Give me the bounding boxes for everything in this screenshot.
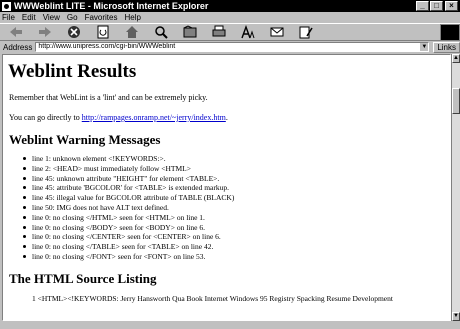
warning-list: line 1: unknown element <!KEYWORDS:>. li… — [23, 154, 450, 262]
refresh-icon — [97, 25, 109, 39]
list-item: line 50: IMG does not have ALT text defi… — [23, 203, 450, 213]
page-content: Weblint Results Remember that WebLint is… — [2, 54, 451, 321]
address-input[interactable]: http://www.unipress.com/cgi-bin/WWWeblin… — [35, 42, 430, 52]
title-bar: WWWeblint LITE - Microsoft Internet Expl… — [0, 0, 460, 12]
address-bar: Address http://www.unipress.com/cgi-bin/… — [0, 41, 460, 53]
list-item: line 45: illegal value for BGCOLOR attri… — [23, 193, 450, 203]
menu-help[interactable]: Help — [124, 13, 140, 22]
edit-icon — [299, 26, 313, 39]
list-item: line 2: <HEAD> must immediately follow <… — [23, 164, 450, 174]
toolbar — [0, 23, 460, 41]
search-button[interactable] — [148, 24, 174, 40]
search-icon — [155, 26, 168, 39]
direct-suffix: . — [225, 113, 228, 122]
minimize-button[interactable]: _ — [416, 1, 429, 11]
menu-file[interactable]: File — [2, 13, 15, 22]
forward-icon — [39, 27, 51, 37]
chevron-down-icon[interactable]: ▼ — [420, 43, 429, 51]
window-title: WWWeblint LITE - Microsoft Internet Expl… — [14, 1, 209, 11]
address-url: http://www.unipress.com/cgi-bin/WWWeblin… — [38, 43, 176, 50]
status-bar — [0, 321, 460, 329]
scroll-up-button[interactable]: ▲ — [452, 54, 460, 63]
font-button[interactable] — [235, 24, 261, 40]
ie-logo-icon — [2, 1, 11, 11]
favorites-button[interactable] — [177, 24, 203, 40]
back-icon — [10, 27, 22, 37]
stop-icon — [68, 26, 80, 38]
list-item: line 0: no closing </HTML> seen for <HTM… — [23, 213, 450, 223]
menu-favorites[interactable]: Favorites — [85, 13, 118, 22]
mail-icon — [270, 27, 284, 37]
scroll-down-button[interactable]: ▼ — [452, 312, 460, 321]
ie-throbber-logo — [440, 23, 460, 41]
warnings-heading: Weblint Warning Messages — [9, 132, 161, 147]
direct-link[interactable]: http://rampages.onramp.net/~jerry/index.… — [82, 113, 226, 122]
home-icon — [126, 26, 138, 38]
home-button[interactable] — [119, 24, 145, 40]
menu-go[interactable]: Go — [67, 13, 78, 22]
edit-button[interactable] — [293, 24, 319, 40]
list-item: line 0: no closing </BODY> seen for <BOD… — [23, 223, 450, 233]
vertical-scrollbar[interactable]: ▲ ▼ — [451, 54, 460, 321]
favorites-icon — [183, 25, 197, 38]
source-heading: The HTML Source Listing — [9, 270, 157, 286]
print-icon — [212, 25, 226, 37]
mail-button[interactable] — [264, 24, 290, 40]
list-item: line 0: no closing </CENTER> seen for <C… — [23, 232, 450, 242]
direct-prefix: You can go directly to — [9, 113, 82, 122]
print-button[interactable] — [206, 24, 232, 40]
maximize-button[interactable]: □ — [430, 1, 443, 11]
links-button[interactable]: Links — [433, 41, 460, 53]
scroll-thumb[interactable] — [452, 88, 460, 114]
back-button[interactable] — [3, 24, 29, 40]
list-item: line 0: no closing </TABLE> seen for <TA… — [23, 242, 450, 252]
list-item: line 45: attribute 'BGCOLOR' for <TABLE>… — [23, 183, 450, 193]
list-item: line 0: no closing </FONT> seen for <FON… — [23, 252, 450, 262]
refresh-button[interactable] — [90, 24, 116, 40]
list-item: line 1: unknown element <!KEYWORDS:>. — [23, 154, 450, 164]
menu-bar: File Edit View Go Favorites Help — [0, 12, 460, 23]
address-label: Address — [3, 42, 33, 52]
intro-text: Remember that WebLint is a 'lint' and ca… — [9, 93, 208, 102]
direct-link-paragraph: You can go directly to http://rampages.o… — [9, 112, 450, 123]
page-title: Weblint Results — [8, 61, 137, 82]
stop-button[interactable] — [61, 24, 87, 40]
menu-edit[interactable]: Edit — [22, 13, 36, 22]
list-item: line 45: unknown attribute "HEIGHT" for … — [23, 174, 450, 184]
forward-button[interactable] — [32, 24, 58, 40]
close-button[interactable]: × — [445, 1, 458, 11]
font-icon — [241, 25, 255, 39]
menu-view[interactable]: View — [43, 13, 60, 22]
source-line: 1 <HTML><!KEYWORDS: Jerry Hansworth Qua … — [32, 293, 393, 303]
source-list: 1 <HTML><!KEYWORDS: Jerry Hansworth Qua … — [23, 294, 450, 304]
